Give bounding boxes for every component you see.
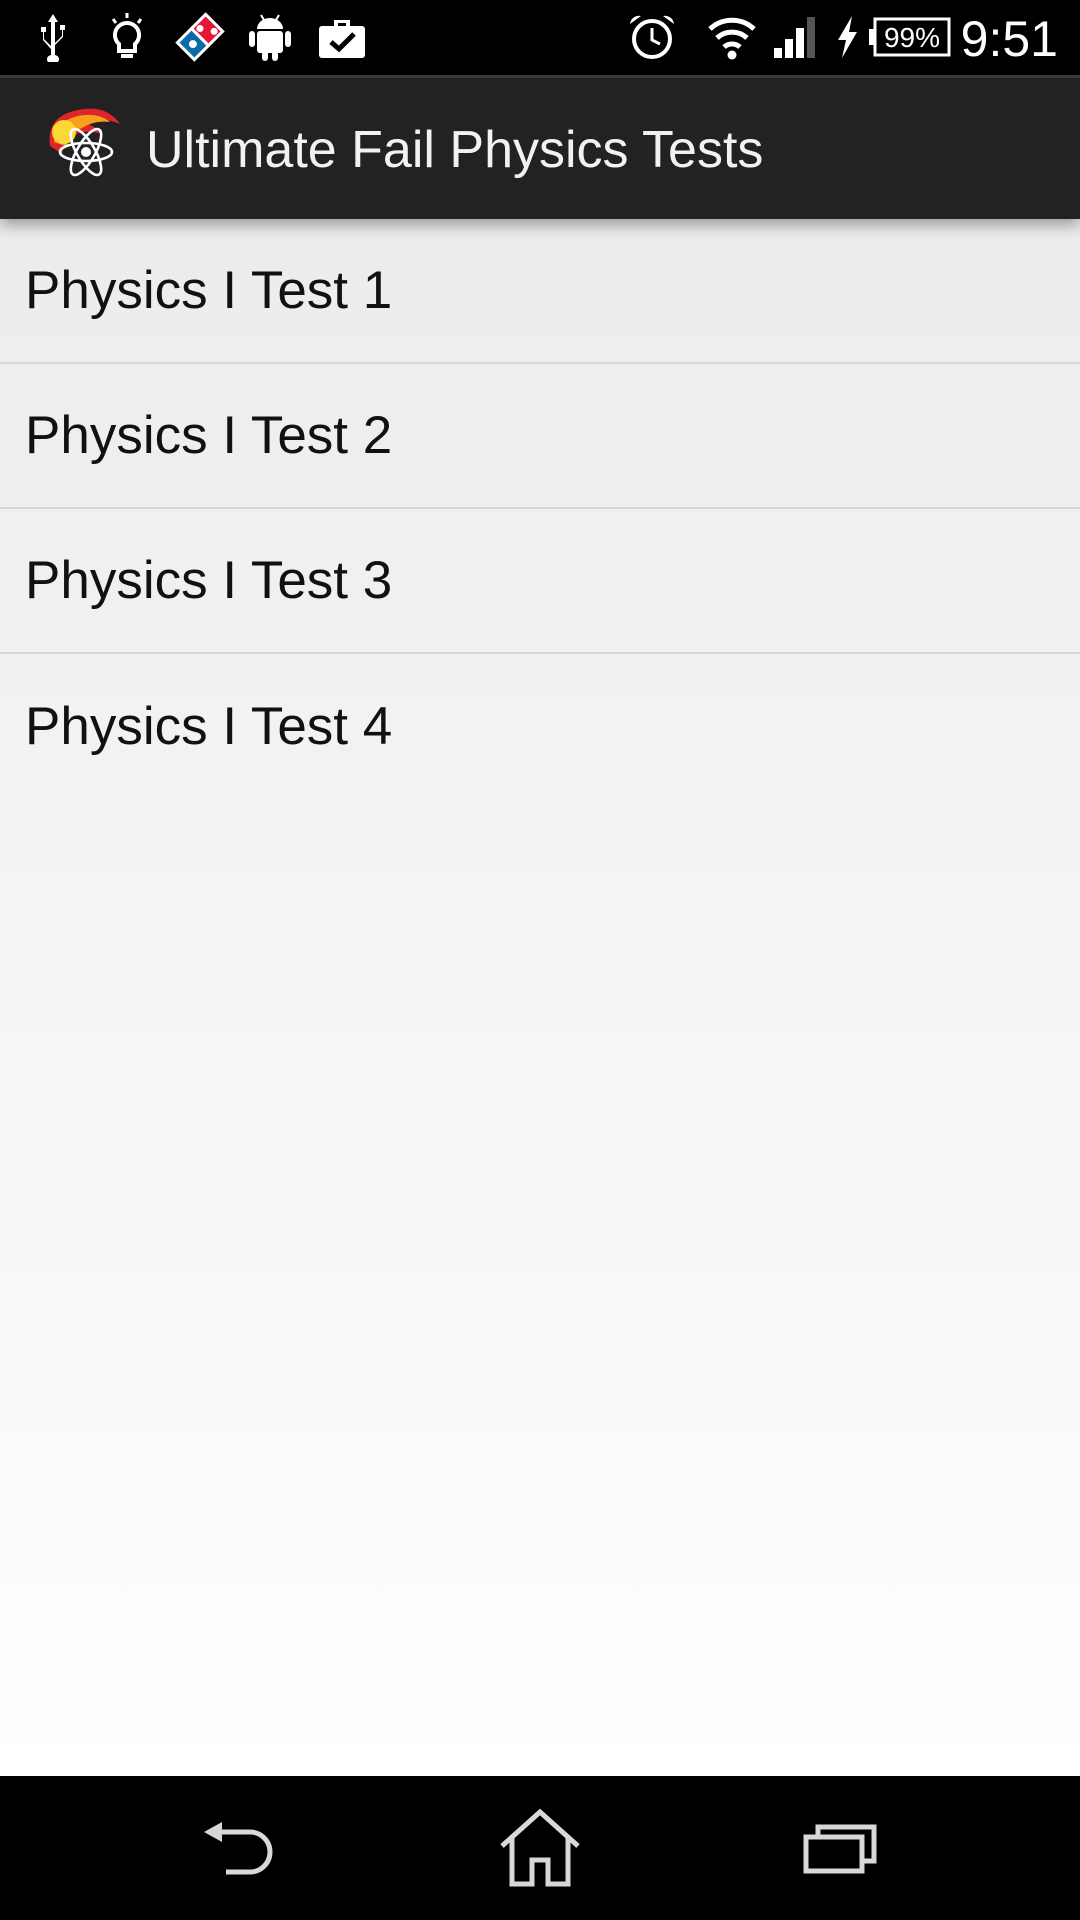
- navigation-bar: [0, 1776, 1080, 1920]
- recent-apps-button[interactable]: [750, 1776, 930, 1920]
- app-title: Ultimate Fail Physics Tests: [146, 121, 764, 179]
- lightbulb-icon: [104, 8, 150, 66]
- android-icon: [244, 8, 296, 66]
- list-item-label: Physics I Test 3: [25, 551, 393, 610]
- status-time: 9:51: [960, 11, 1058, 67]
- list-item-test-2[interactable]: Physics I Test 2: [0, 364, 1080, 509]
- charging-icon: [832, 8, 862, 66]
- list-item-label: Physics I Test 1: [25, 261, 393, 320]
- usb-icon: [30, 8, 76, 66]
- dominos-icon: [172, 8, 228, 66]
- alarm-icon: [624, 8, 680, 66]
- briefcase-check-icon: [314, 8, 370, 66]
- test-list: Physics I Test 1 Physics I Test 2 Physic…: [0, 219, 1080, 1776]
- battery-percent: 99%: [884, 22, 940, 53]
- home-icon: [500, 1808, 580, 1887]
- back-icon: [204, 1822, 273, 1875]
- recent-apps-icon: [803, 1824, 877, 1874]
- battery-icon: 99%: [866, 8, 952, 66]
- list-item-test-3[interactable]: Physics I Test 3: [0, 509, 1080, 654]
- list-item-label: Physics I Test 2: [25, 406, 393, 465]
- action-bar: Ultimate Fail Physics Tests: [0, 75, 1080, 219]
- list-item-test-1[interactable]: Physics I Test 1: [0, 219, 1080, 364]
- signal-icon: [770, 8, 820, 66]
- app-logo-icon[interactable]: [42, 102, 126, 186]
- list-item-test-4[interactable]: Physics I Test 4: [0, 654, 1080, 799]
- wifi-icon: [704, 8, 760, 66]
- back-button[interactable]: [150, 1776, 330, 1920]
- list-item-label: Physics I Test 4: [25, 697, 393, 756]
- home-button[interactable]: [450, 1776, 630, 1920]
- status-bar: 99% 9:51: [0, 0, 1080, 75]
